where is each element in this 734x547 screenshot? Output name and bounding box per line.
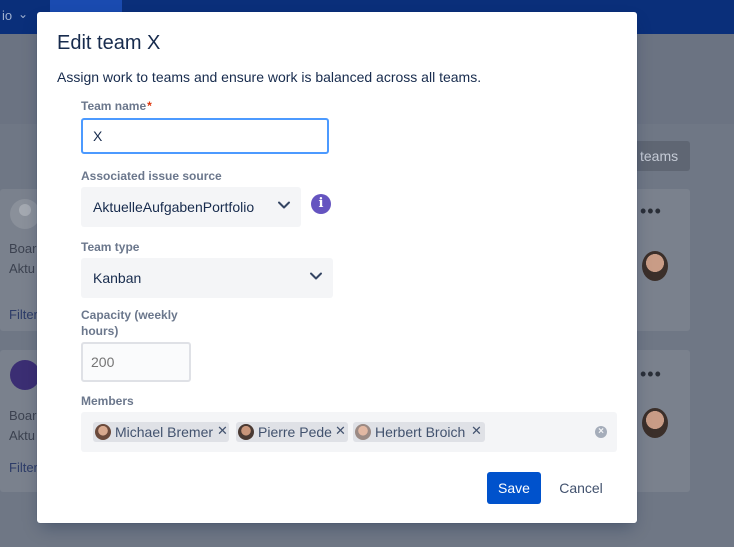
- more-icon: •••: [640, 201, 662, 221]
- team-type-select[interactable]: Kanban: [81, 258, 333, 298]
- issue-source-select[interactable]: AktuelleAufgabenPortfolio: [81, 187, 301, 227]
- avatar: [355, 424, 371, 440]
- team-name-label: Team name*: [81, 99, 152, 113]
- chevron-down-icon: [310, 272, 322, 280]
- remove-member-icon[interactable]: ✕: [471, 423, 482, 439]
- member-avatar: [642, 408, 668, 438]
- clear-all-icon[interactable]: ×: [595, 426, 607, 438]
- info-icon[interactable]: i: [311, 194, 331, 214]
- more-icon: •••: [640, 364, 662, 384]
- avatar: [238, 424, 254, 440]
- chevron-down-icon: [278, 201, 290, 209]
- background-teams-label: teams: [640, 148, 679, 164]
- issue-source-label: Associated issue source: [81, 169, 222, 183]
- member-chip-name: Michael Bremer: [115, 424, 214, 440]
- avatar: [95, 424, 111, 440]
- remove-member-icon[interactable]: ✕: [335, 423, 346, 439]
- capacity-input[interactable]: [81, 342, 191, 382]
- nav-item-label: io: [2, 8, 13, 23]
- rocket-avatar-icon: [10, 360, 40, 390]
- dialog-title: Edit team X: [57, 32, 161, 54]
- board-label: Boar: [9, 408, 37, 423]
- team-name-input[interactable]: [81, 118, 329, 154]
- team-type-label: Team type: [81, 240, 140, 254]
- team-avatar-icon: [10, 199, 40, 229]
- remove-member-icon[interactable]: ✕: [217, 423, 228, 439]
- required-marker: *: [147, 99, 152, 113]
- capacity-label-line1: Capacity (weekly: [81, 308, 178, 322]
- member-chip-name: Pierre Pede: [258, 424, 332, 440]
- member-chip: Pierre Pede ✕: [236, 422, 348, 442]
- member-chip: Michael Bremer ✕: [93, 422, 229, 442]
- team-type-value: Kanban: [93, 270, 142, 286]
- issue-source-value: AktuelleAufgabenPortfolio: [93, 199, 255, 215]
- save-button[interactable]: Save: [487, 472, 541, 504]
- filter-link: Filter: [9, 460, 38, 475]
- member-chip: Herbert Broich ✕: [353, 422, 485, 442]
- cancel-button[interactable]: Cancel: [549, 472, 613, 504]
- dialog-description: Assign work to teams and ensure work is …: [57, 69, 482, 85]
- filter-link: Filter: [9, 307, 38, 322]
- chevron-down-icon: ⌄: [18, 7, 29, 21]
- board-value: Aktu: [9, 428, 36, 443]
- members-label: Members: [81, 394, 134, 408]
- board-label: Boar: [9, 241, 37, 256]
- capacity-label-line2: hours): [81, 324, 119, 338]
- board-value: Aktu: [9, 261, 36, 276]
- edit-team-dialog: Edit team X Assign work to teams and ens…: [37, 12, 637, 523]
- member-chip-name: Herbert Broich: [375, 424, 466, 440]
- members-multiselect[interactable]: Michael Bremer ✕ Pierre Pede ✕ Herbert B…: [81, 412, 617, 452]
- member-avatar: [642, 251, 668, 281]
